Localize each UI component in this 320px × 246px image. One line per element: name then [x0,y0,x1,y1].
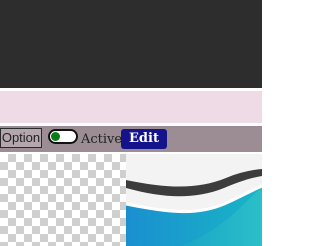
option-button[interactable]: Option [0,128,42,148]
toolbar: Option Active Edit [0,126,262,152]
active-toggle-switch[interactable] [48,129,78,144]
transparent-image-placeholder [0,154,126,246]
toggle-knob [51,132,60,141]
app-viewport: Option Active Edit [0,0,262,246]
pink-banner [0,91,262,123]
top-dark-panel [0,0,262,88]
wave-logo-icon [126,154,262,246]
edit-button[interactable]: Edit [121,129,167,149]
wave-graphic-image [126,154,262,246]
toggle-label: Active [81,132,123,147]
